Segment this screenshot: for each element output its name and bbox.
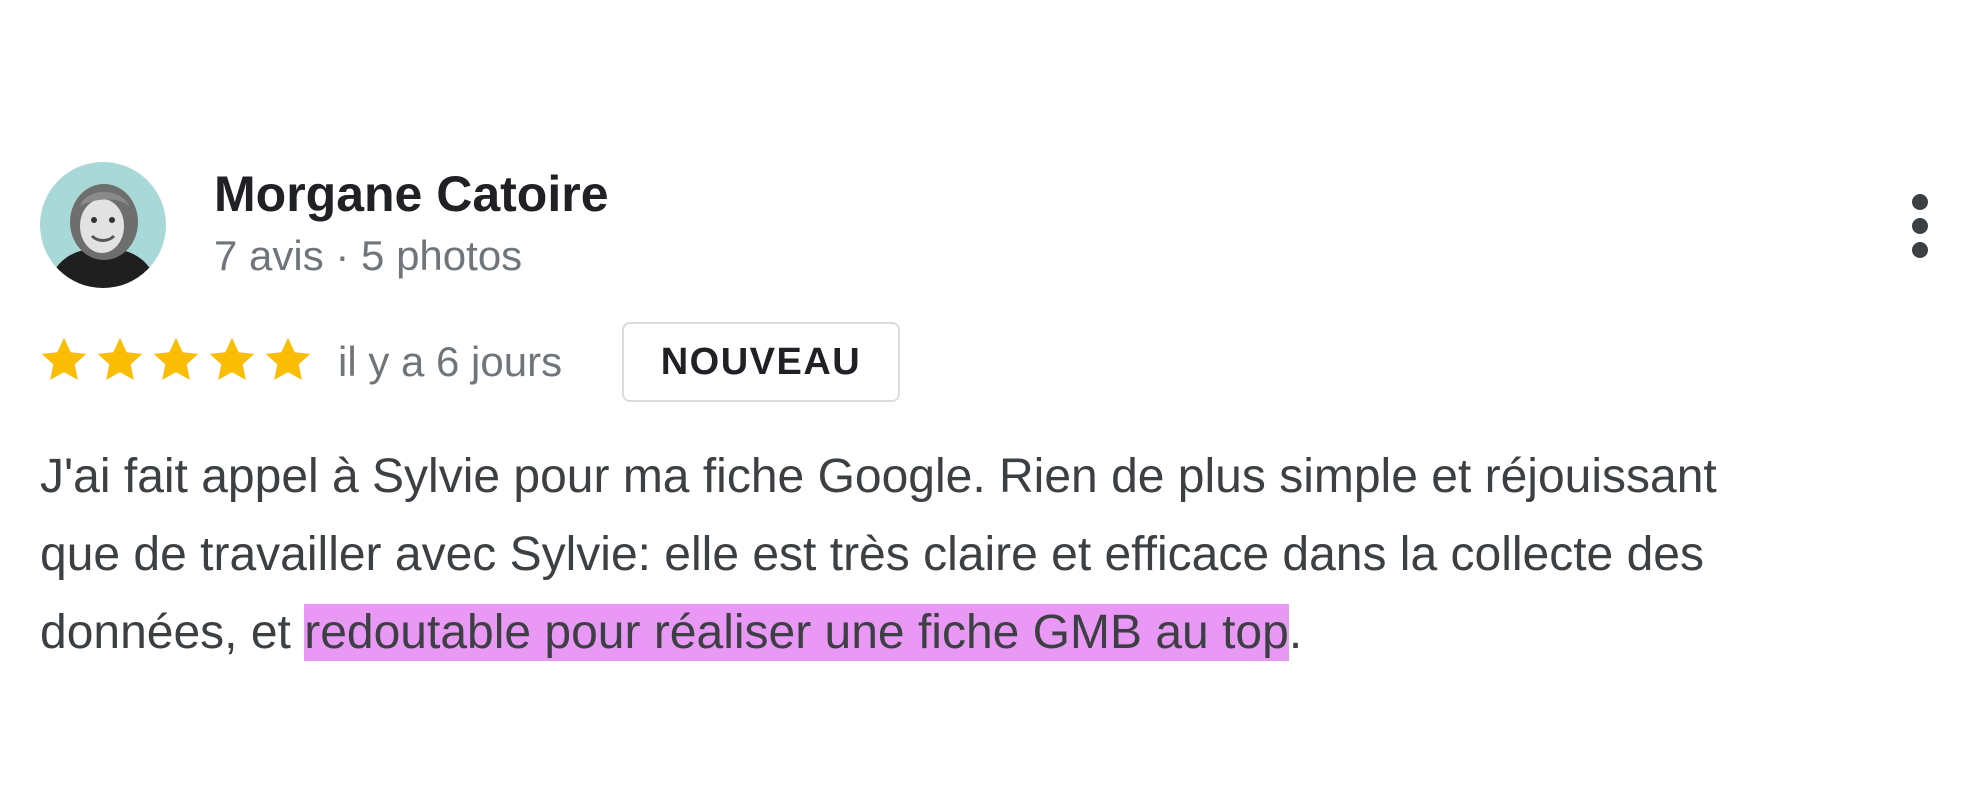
review-text-segment: données, et [40, 606, 305, 659]
review-card: Morgane Catoire 7 avis · 5 photos il y a… [0, 0, 1980, 800]
review-text-line: que de travailler avec Sylvie: elle est … [40, 528, 1704, 581]
more-options-button[interactable] [1898, 180, 1942, 272]
review-text-segment: . [1288, 606, 1303, 659]
highlighted-text: redoutable pour réaliser une fiche GMB a… [304, 604, 1289, 661]
review-date: il y a 6 jours [338, 338, 563, 385]
reviewer-name[interactable]: Morgane Catoire [214, 164, 609, 224]
star-icon [38, 334, 90, 390]
star-icon [150, 334, 202, 390]
more-vert-icon-dot [1912, 218, 1928, 234]
avatar-photo-icon [40, 162, 166, 288]
review-text: J'ai fait appel à Sylvie pour ma fiche G… [40, 438, 1970, 672]
more-vert-icon [1912, 194, 1928, 210]
review-text-line: J'ai fait appel à Sylvie pour ma fiche G… [40, 450, 1717, 503]
star-rating [38, 334, 314, 390]
review-text-line: données, et redoutable pour réaliser une… [40, 594, 1970, 672]
star-icon [262, 334, 314, 390]
new-badge: NOUVEAU [622, 322, 900, 402]
avatar[interactable] [40, 162, 166, 288]
star-icon [206, 334, 258, 390]
reviewer-stats[interactable]: 7 avis · 5 photos [214, 230, 522, 282]
star-icon [94, 334, 146, 390]
more-vert-icon-dot [1912, 242, 1928, 258]
